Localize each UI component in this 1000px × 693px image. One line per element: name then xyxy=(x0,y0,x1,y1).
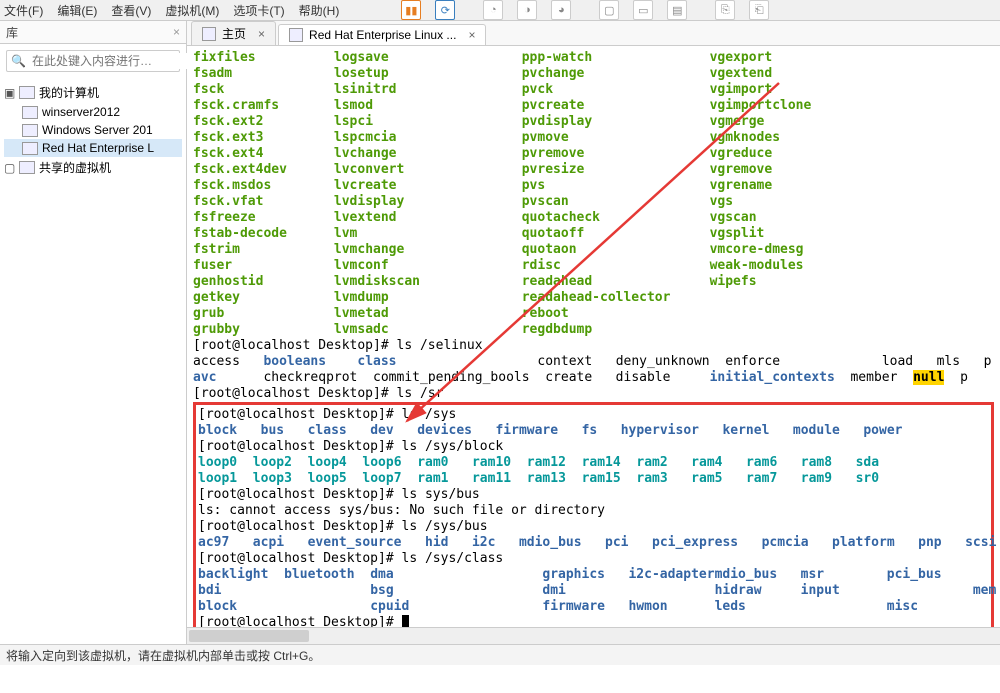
thumbnail-icon[interactable]: ▤ xyxy=(667,0,687,20)
tree-shared[interactable]: ▢ 共享的虚拟机 xyxy=(4,157,182,178)
tree-root-label: 我的计算机 xyxy=(39,84,99,101)
status-text: 将输入定向到该虚拟机，请在虚拟机内部单击或按 Ctrl+G。 xyxy=(6,647,320,664)
snapshot-manager-icon[interactable]: ◕ xyxy=(551,0,571,20)
status-bar: 将输入定向到该虚拟机，请在虚拟机内部单击或按 Ctrl+G。 xyxy=(0,644,1000,665)
terminal-output[interactable]: fixfiles logsave ppp-watch vgexport fsad… xyxy=(187,46,1000,627)
horizontal-scrollbar[interactable] xyxy=(187,627,1000,644)
search-input[interactable] xyxy=(30,53,189,69)
tree-item-redhat[interactable]: Red Hat Enterprise L xyxy=(4,139,182,157)
tab-redhat[interactable]: Red Hat Enterprise Linux ... × xyxy=(278,24,486,45)
tree-item-label: winserver2012 xyxy=(42,105,120,119)
unity-icon[interactable]: ▭ xyxy=(633,0,653,20)
sidebar-title: 库 xyxy=(6,24,18,41)
tree-item-winserver2012[interactable]: winserver2012 xyxy=(4,103,182,121)
scrollbar-thumb[interactable] xyxy=(189,630,309,642)
highlight-box: [root@localhost Desktop]# ls /sysblock b… xyxy=(193,402,994,627)
fullscreen-icon[interactable]: ▢ xyxy=(599,0,619,20)
menu-edit[interactable]: 编辑(E) xyxy=(57,2,97,19)
tree-item-label: Windows Server 201 xyxy=(42,123,153,137)
paste-icon[interactable]: ⎗ xyxy=(749,0,769,20)
close-icon[interactable]: × xyxy=(258,27,265,41)
snapshot-back-icon[interactable]: ◑ xyxy=(517,0,537,20)
tree-root[interactable]: ▣ 我的计算机 xyxy=(4,82,182,103)
tree-shared-label: 共享的虚拟机 xyxy=(39,159,111,176)
vm-icon xyxy=(22,142,38,155)
vm-icon xyxy=(22,124,38,137)
close-icon[interactable]: × xyxy=(468,28,475,42)
vm-icon xyxy=(289,28,303,42)
menu-view[interactable]: 查看(V) xyxy=(111,2,151,19)
sidebar: 库 × 🔍 ▾ ▣ 我的计算机 winserver2012 Windows Se… xyxy=(0,21,187,644)
copy-icon[interactable]: ⎘ xyxy=(715,0,735,20)
vm-tree: ▣ 我的计算机 winserver2012 Windows Server 201… xyxy=(0,78,186,644)
shared-icon xyxy=(19,161,35,174)
menu-help[interactable]: 帮助(H) xyxy=(299,2,340,19)
computer-icon xyxy=(19,86,35,99)
tab-bar: 主页 × Red Hat Enterprise Linux ... × xyxy=(187,21,1000,46)
tab-label: Red Hat Enterprise Linux ... xyxy=(309,28,456,42)
menu-vm[interactable]: 虚拟机(M) xyxy=(165,2,219,19)
search-icon: 🔍 xyxy=(11,54,26,68)
vm-icon xyxy=(22,106,38,119)
menu-bar: 文件(F) 编辑(E) 查看(V) 虚拟机(M) 选项卡(T) 帮助(H) ▮▮… xyxy=(0,0,1000,21)
sidebar-header: 库 × xyxy=(0,21,186,44)
tab-home[interactable]: 主页 × xyxy=(191,21,276,45)
menu-file[interactable]: 文件(F) xyxy=(4,2,43,19)
search-box[interactable]: 🔍 ▾ xyxy=(6,50,180,72)
tree-item-label: Red Hat Enterprise L xyxy=(42,141,154,155)
tree-item-windows-server[interactable]: Windows Server 201 xyxy=(4,121,182,139)
snapshot-icon[interactable]: ◔ xyxy=(483,0,503,20)
tab-label: 主页 xyxy=(222,25,246,42)
restart-icon[interactable]: ⟳ xyxy=(435,0,455,20)
close-icon[interactable]: × xyxy=(173,25,180,39)
menu-tabs[interactable]: 选项卡(T) xyxy=(233,2,284,19)
pause-icon[interactable]: ▮▮ xyxy=(401,0,421,20)
home-icon xyxy=(202,27,216,41)
